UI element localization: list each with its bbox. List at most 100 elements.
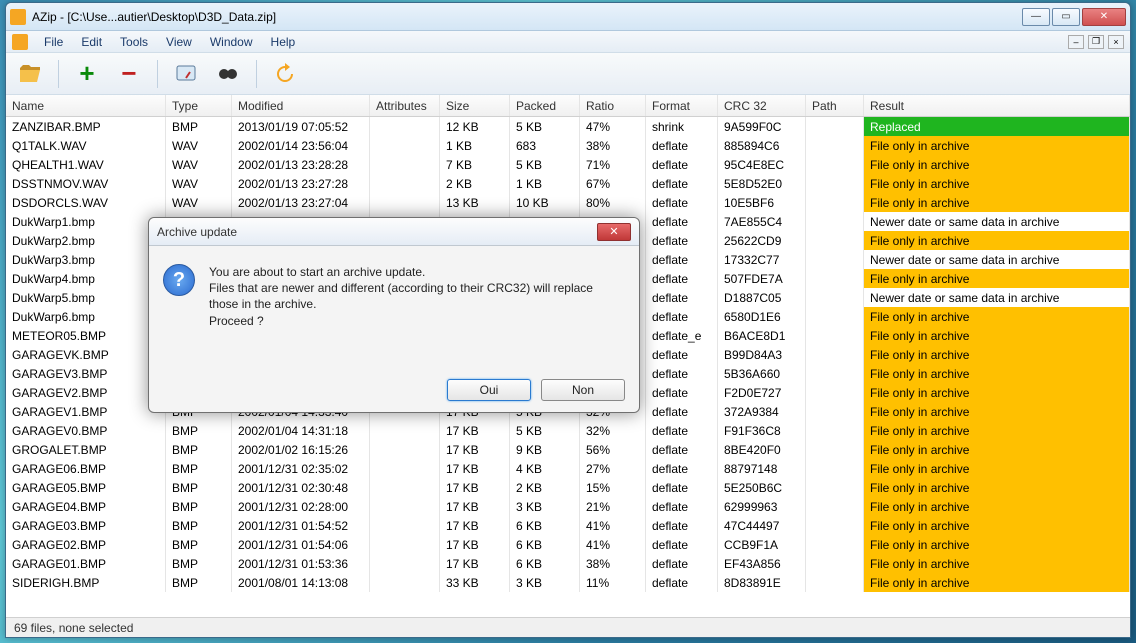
table-row[interactable]: Q1TALK.WAVWAV2002/01/14 23:56:041 KB6833…: [6, 136, 1130, 155]
col-size[interactable]: Size: [440, 95, 510, 116]
cell-result: File only in archive: [864, 231, 1130, 250]
cell-path: [806, 250, 864, 269]
table-row[interactable]: DSDORCLS.WAVWAV2002/01/13 23:27:0413 KB1…: [6, 193, 1130, 212]
cell-modified: 2001/12/31 02:35:02: [232, 459, 370, 478]
cell-modified: 2002/01/13 23:27:28: [232, 174, 370, 193]
cell-name: METEOR05.BMP: [6, 326, 166, 345]
cell-attributes: [370, 421, 440, 440]
menu-app-icon: [12, 34, 28, 50]
cell-modified: 2001/12/31 02:30:48: [232, 478, 370, 497]
table-row[interactable]: GARAGEV0.BMPBMP2002/01/04 14:31:1817 KB5…: [6, 421, 1130, 440]
cell-type: BMP: [166, 554, 232, 573]
table-row[interactable]: GARAGE05.BMPBMP2001/12/31 02:30:4817 KB2…: [6, 478, 1130, 497]
cell-ratio: 80%: [580, 193, 646, 212]
col-attributes[interactable]: Attributes: [370, 95, 440, 116]
col-crc[interactable]: CRC 32: [718, 95, 806, 116]
menu-edit[interactable]: Edit: [73, 33, 110, 51]
cell-crc: 88797148: [718, 459, 806, 478]
col-ratio[interactable]: Ratio: [580, 95, 646, 116]
cell-crc: 10E5BF6: [718, 193, 806, 212]
titlebar[interactable]: AZip - [C:\Use...autier\Desktop\D3D_Data…: [6, 3, 1130, 31]
cell-type: BMP: [166, 478, 232, 497]
cell-name: DukWarp3.bmp: [6, 250, 166, 269]
cell-packed: 10 KB: [510, 193, 580, 212]
cell-size: 17 KB: [440, 478, 510, 497]
cell-crc: 6580D1E6: [718, 307, 806, 326]
table-row[interactable]: GARAGE06.BMPBMP2001/12/31 02:35:0217 KB4…: [6, 459, 1130, 478]
open-archive-button[interactable]: [16, 60, 44, 88]
test-archive-button[interactable]: [172, 60, 200, 88]
cell-packed: 1 KB: [510, 174, 580, 193]
add-files-button[interactable]: +: [73, 60, 101, 88]
cell-crc: 95C4E8EC: [718, 155, 806, 174]
cell-modified: 2001/12/31 02:28:00: [232, 497, 370, 516]
cell-result: File only in archive: [864, 459, 1130, 478]
mdi-close-button[interactable]: ×: [1108, 35, 1124, 49]
dialog-close-button[interactable]: ✕: [597, 223, 631, 241]
cell-modified: 2001/12/31 01:53:36: [232, 554, 370, 573]
cell-name: GARAGEV3.BMP: [6, 364, 166, 383]
col-packed[interactable]: Packed: [510, 95, 580, 116]
dialog-titlebar[interactable]: Archive update ✕: [149, 218, 639, 246]
cell-crc: 7AE855C4: [718, 212, 806, 231]
cell-packed: 6 KB: [510, 554, 580, 573]
dialog-no-button[interactable]: Non: [541, 379, 625, 401]
table-row[interactable]: DSSTNMOV.WAVWAV2002/01/13 23:27:282 KB1 …: [6, 174, 1130, 193]
cell-result: File only in archive: [864, 383, 1130, 402]
menu-window[interactable]: Window: [202, 33, 261, 51]
cell-type: BMP: [166, 421, 232, 440]
cell-crc: 8BE420F0: [718, 440, 806, 459]
table-row[interactable]: GARAGE04.BMPBMP2001/12/31 02:28:0017 KB3…: [6, 497, 1130, 516]
cell-size: 17 KB: [440, 535, 510, 554]
menu-tools[interactable]: Tools: [112, 33, 156, 51]
col-type[interactable]: Type: [166, 95, 232, 116]
table-row[interactable]: GROGALET.BMPBMP2002/01/02 16:15:2617 KB9…: [6, 440, 1130, 459]
dialog-yes-button[interactable]: Oui: [447, 379, 531, 401]
cell-result: Newer date or same data in archive: [864, 288, 1130, 307]
cell-ratio: 47%: [580, 117, 646, 136]
cell-path: [806, 383, 864, 402]
remove-files-button[interactable]: −: [115, 60, 143, 88]
update-archive-button[interactable]: [271, 60, 299, 88]
cell-result: Newer date or same data in archive: [864, 212, 1130, 231]
cell-ratio: 21%: [580, 497, 646, 516]
cell-modified: 2002/01/13 23:27:04: [232, 193, 370, 212]
cell-ratio: 41%: [580, 535, 646, 554]
table-row[interactable]: GARAGE02.BMPBMP2001/12/31 01:54:0617 KB6…: [6, 535, 1130, 554]
mdi-minimize-button[interactable]: –: [1068, 35, 1084, 49]
cell-crc: 25622CD9: [718, 231, 806, 250]
minimize-button[interactable]: —: [1022, 8, 1050, 26]
mdi-restore-button[interactable]: ❐: [1088, 35, 1104, 49]
menu-file[interactable]: File: [36, 33, 71, 51]
col-path[interactable]: Path: [806, 95, 864, 116]
table-row[interactable]: GARAGE03.BMPBMP2001/12/31 01:54:5217 KB6…: [6, 516, 1130, 535]
dialog-line2: Files that are newer and different (acco…: [209, 280, 625, 312]
col-name[interactable]: Name: [6, 95, 166, 116]
col-modified[interactable]: Modified: [232, 95, 370, 116]
col-result[interactable]: Result: [864, 95, 1130, 116]
cell-format: deflate: [646, 288, 718, 307]
cell-crc: 507FDE7A: [718, 269, 806, 288]
cell-size: 17 KB: [440, 516, 510, 535]
cell-path: [806, 459, 864, 478]
cell-packed: 6 KB: [510, 535, 580, 554]
cell-path: [806, 326, 864, 345]
close-button[interactable]: ✕: [1082, 8, 1126, 26]
col-format[interactable]: Format: [646, 95, 718, 116]
cell-size: 17 KB: [440, 554, 510, 573]
cell-modified: 2013/01/19 07:05:52: [232, 117, 370, 136]
menu-view[interactable]: View: [158, 33, 200, 51]
cell-packed: 2 KB: [510, 478, 580, 497]
find-button[interactable]: [214, 60, 242, 88]
table-row[interactable]: QHEALTH1.WAVWAV2002/01/13 23:28:287 KB5 …: [6, 155, 1130, 174]
cell-size: 17 KB: [440, 421, 510, 440]
cell-format: deflate: [646, 364, 718, 383]
cell-size: 2 KB: [440, 174, 510, 193]
maximize-button[interactable]: ▭: [1052, 8, 1080, 26]
table-row[interactable]: SIDERIGH.BMPBMP2001/08/01 14:13:0833 KB3…: [6, 573, 1130, 592]
cell-crc: 8D83891E: [718, 573, 806, 592]
table-row[interactable]: ZANZIBAR.BMPBMP2013/01/19 07:05:5212 KB5…: [6, 117, 1130, 136]
table-row[interactable]: GARAGE01.BMPBMP2001/12/31 01:53:3617 KB6…: [6, 554, 1130, 573]
menu-help[interactable]: Help: [263, 33, 304, 51]
cell-format: deflate: [646, 554, 718, 573]
